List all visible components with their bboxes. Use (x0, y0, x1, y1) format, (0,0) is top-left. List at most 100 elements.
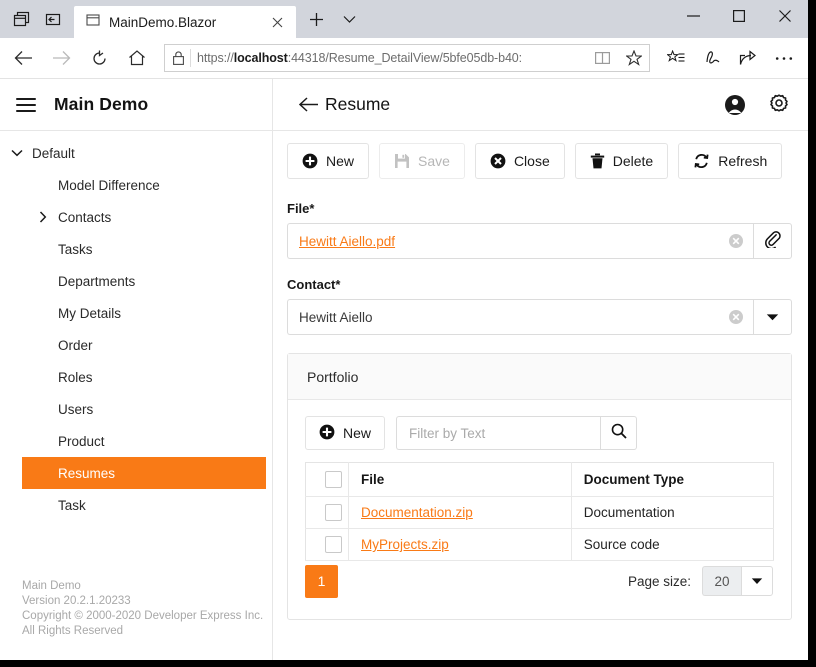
contact-input[interactable]: Hewitt Aiello (287, 299, 753, 335)
favorites-hub-icon[interactable] (658, 41, 694, 75)
tab-menu-chevron-down-icon[interactable] (334, 3, 364, 35)
refresh-icon[interactable] (80, 41, 118, 75)
plus-circle-icon (302, 153, 318, 169)
app-header-right: Resume (273, 79, 808, 130)
sidebar-item-contacts[interactable]: Contacts (0, 201, 272, 233)
row-file-link[interactable]: MyProjects.zip (361, 537, 449, 552)
sidebar-item-my-details[interactable]: My Details (0, 297, 272, 329)
web-note-icon[interactable] (694, 41, 730, 75)
hamburger-icon[interactable] (16, 98, 36, 112)
grid-header-row: File Document Type (306, 463, 774, 497)
refresh-button[interactable]: Refresh (678, 143, 782, 179)
sidebar-item-tasks[interactable]: Tasks (0, 233, 272, 265)
sidebar-item-users[interactable]: Users (0, 393, 272, 425)
window-minimize-button[interactable] (670, 0, 716, 32)
table-row[interactable]: MyProjects.zip Source code (306, 529, 774, 561)
new-tab-button[interactable] (300, 3, 332, 35)
tab-close-icon[interactable] (266, 11, 288, 33)
reading-view-icon[interactable] (589, 46, 615, 70)
browser-tab-title: MainDemo.Blazor (109, 15, 257, 30)
sidebar-item-label: Model Difference (58, 178, 160, 193)
row-select-cell[interactable] (306, 497, 349, 529)
sidebar-item-model-difference[interactable]: Model Difference (0, 169, 272, 201)
filter-search-button[interactable] (600, 416, 637, 450)
browser-window: MainDemo.Blazor (0, 0, 808, 660)
sidebar-item-departments[interactable]: Departments (0, 265, 272, 297)
close-button[interactable]: Close (475, 143, 565, 179)
contact-field-row: Hewitt Aiello (287, 299, 792, 335)
chevron-right-icon[interactable] (36, 211, 50, 223)
sidebar-group-default[interactable]: Default (0, 137, 272, 169)
row-select-cell[interactable] (306, 529, 349, 561)
tab-preview-icon[interactable] (6, 4, 36, 34)
new-button[interactable]: New (287, 143, 369, 179)
page-button-1[interactable]: 1 (305, 565, 338, 598)
gear-icon[interactable] (768, 94, 790, 116)
window-close-button[interactable] (762, 0, 808, 32)
sidebar-item-order[interactable]: Order (0, 329, 272, 361)
row-file-link[interactable]: Documentation.zip (361, 505, 473, 520)
more-icon[interactable] (766, 41, 802, 75)
detail-view-toolbar: New Save Close (287, 143, 792, 179)
share-icon[interactable] (730, 41, 766, 75)
app-header-icons (724, 94, 790, 116)
page-size-select[interactable]: 20 (702, 566, 773, 596)
portfolio-panel-body: New Filter by Text (288, 400, 791, 619)
column-header-document-type[interactable]: Document Type (571, 463, 773, 497)
row-file-cell: Documentation.zip (349, 497, 572, 529)
url-host: localhost (234, 51, 288, 65)
file-input[interactable]: Hewitt Aiello.pdf (287, 223, 753, 259)
row-checkbox[interactable] (325, 536, 342, 553)
browser-tab[interactable]: MainDemo.Blazor (74, 6, 296, 38)
forward-arrow-icon[interactable] (42, 41, 80, 75)
delete-button[interactable]: Delete (575, 143, 668, 179)
close-button-label: Close (514, 153, 550, 169)
portfolio-panel-header: Portfolio (288, 354, 791, 400)
column-header-file[interactable]: File (349, 463, 572, 497)
portfolio-grid: File Document Type D (305, 462, 774, 561)
refresh-button-label: Refresh (718, 153, 767, 169)
home-icon[interactable] (118, 41, 156, 75)
view-back-arrow-icon[interactable] (299, 97, 325, 112)
star-icon[interactable] (621, 46, 647, 70)
sidebar-group-label: Default (32, 146, 75, 161)
browser-tabstrip: MainDemo.Blazor (0, 0, 808, 38)
url-text[interactable]: https://localhost:44318/Resume_DetailVie… (197, 51, 583, 65)
url-bar[interactable]: https://localhost:44318/Resume_DetailVie… (164, 44, 650, 72)
page-size-value[interactable]: 20 (702, 566, 741, 596)
app-header: Main Demo Resume (0, 79, 808, 131)
file-attach-button[interactable] (753, 223, 792, 259)
sidebar-item-resumes[interactable]: Resumes (22, 457, 266, 489)
table-row[interactable]: Documentation.zip Documentation (306, 497, 774, 529)
contact-clear-circle-icon[interactable] (725, 306, 747, 328)
file-field-label: File* (287, 201, 792, 216)
url-divider (190, 49, 191, 67)
set-aside-tabs-icon[interactable] (38, 4, 68, 34)
file-clear-circle-icon[interactable] (725, 230, 747, 252)
portfolio-title: Portfolio (307, 369, 358, 385)
portfolio-new-label: New (343, 425, 371, 441)
sidebar-item-product[interactable]: Product (0, 425, 272, 457)
sidebar-item-label: Tasks (58, 242, 93, 257)
window-controls (670, 0, 808, 38)
view-title: Resume (325, 94, 390, 115)
select-all-cell[interactable] (306, 463, 349, 497)
filter-input[interactable]: Filter by Text (396, 416, 600, 450)
sidebar-item-label: Task (58, 498, 86, 513)
sidebar-item-roles[interactable]: Roles (0, 361, 272, 393)
row-file-cell: MyProjects.zip (349, 529, 572, 561)
back-arrow-icon[interactable] (4, 41, 42, 75)
row-checkbox[interactable] (325, 504, 342, 521)
account-icon[interactable] (724, 94, 746, 116)
sidebar-item-task[interactable]: Task (0, 489, 272, 521)
portfolio-new-button[interactable]: New (305, 416, 385, 450)
contact-value: Hewitt Aiello (299, 310, 725, 325)
search-icon (611, 423, 627, 444)
window-maximize-button[interactable] (716, 0, 762, 32)
file-value-link[interactable]: Hewitt Aiello.pdf (299, 234, 725, 249)
sidebar-item-label: Order (58, 338, 93, 353)
page-size-dropdown-arrow-icon[interactable] (741, 566, 773, 596)
save-button[interactable]: Save (379, 143, 465, 179)
select-all-checkbox[interactable] (325, 471, 342, 488)
contact-dropdown-button[interactable] (753, 299, 792, 335)
